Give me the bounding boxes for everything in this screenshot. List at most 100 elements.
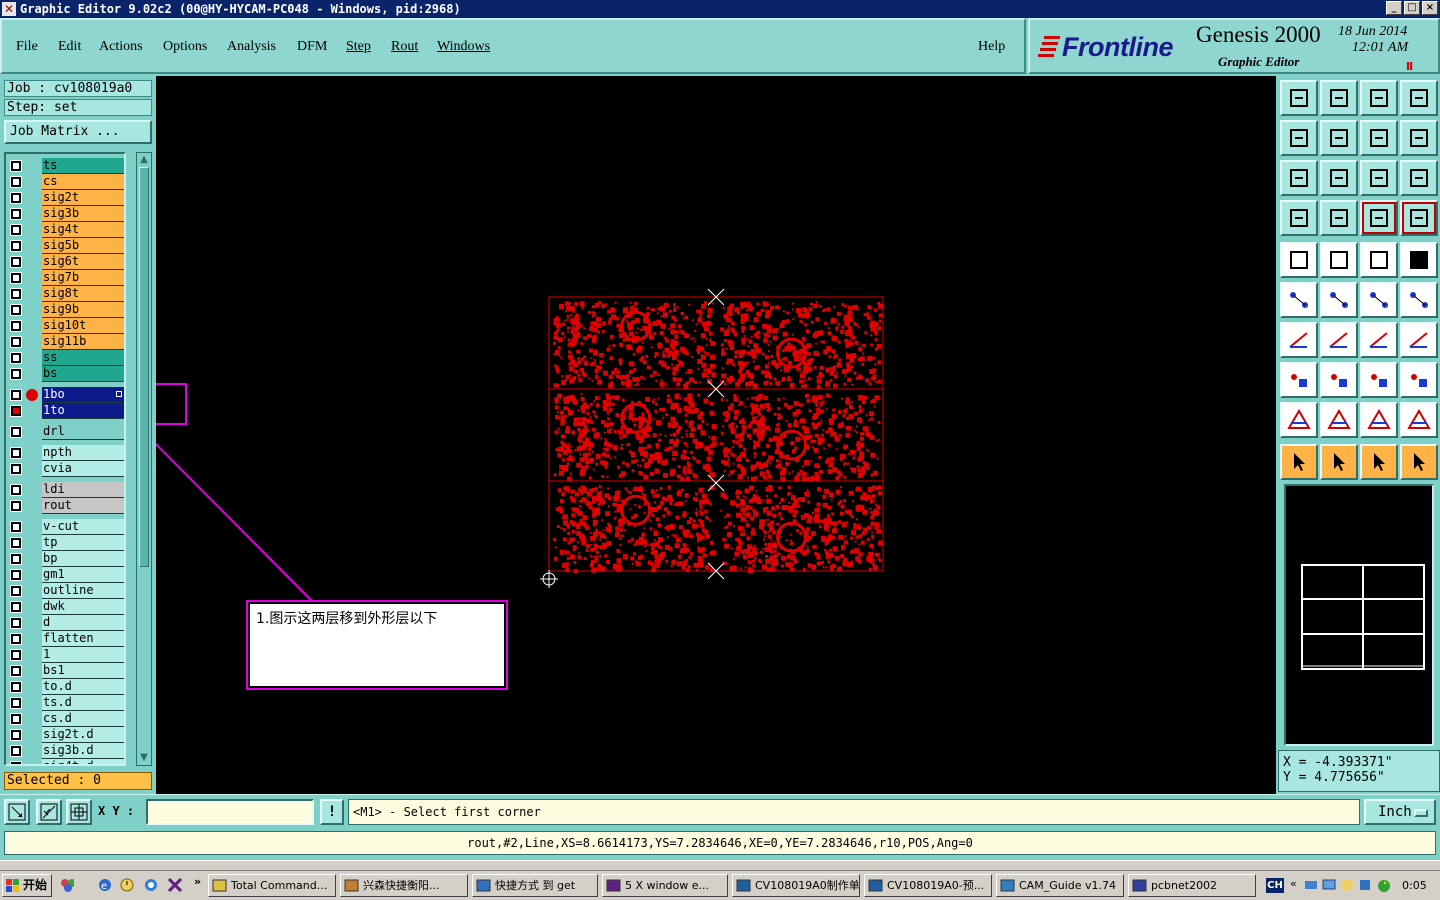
- layer-name[interactable]: flatten: [42, 631, 124, 647]
- layer-name[interactable]: cs: [42, 174, 124, 190]
- task-button[interactable]: 5 X window e...: [602, 874, 728, 897]
- layer-checkbox[interactable]: [10, 272, 22, 284]
- layer-checkbox[interactable]: [10, 500, 22, 512]
- layer-scrollbar[interactable]: ▲ ▼: [136, 152, 152, 766]
- layer-row[interactable]: cs: [6, 174, 124, 190]
- arc-button[interactable]: [1360, 322, 1398, 358]
- menu-windows[interactable]: Windows: [437, 39, 490, 55]
- close-button[interactable]: ×: [1422, 1, 1438, 15]
- layer-checkbox[interactable]: [10, 633, 22, 645]
- line-button[interactable]: [1320, 362, 1358, 398]
- select-path-button[interactable]: [1400, 444, 1438, 480]
- open-button[interactable]: [1320, 80, 1358, 116]
- help-button[interactable]: [1400, 160, 1438, 196]
- grid-snap-button[interactable]: [66, 799, 92, 825]
- layers-a-button[interactable]: [1360, 200, 1398, 236]
- layer-row[interactable]: tp: [6, 535, 124, 551]
- tray-network-icon[interactable]: [1304, 878, 1318, 892]
- layer-name[interactable]: sig6t: [42, 254, 124, 270]
- menu-rout[interactable]: Rout: [391, 39, 418, 55]
- minimize-button[interactable]: _: [1386, 1, 1402, 15]
- pause-indicator[interactable]: II: [1406, 60, 1413, 73]
- intersect-button[interactable]: [1320, 282, 1358, 318]
- layer-name[interactable]: sig2t: [42, 190, 124, 206]
- layer-row[interactable]: to.d: [6, 679, 124, 695]
- menu-analysis[interactable]: Analysis: [227, 39, 276, 55]
- layer-name[interactable]: ts.d: [42, 695, 124, 711]
- layer-row[interactable]: v-cut: [6, 519, 124, 535]
- layer-checkbox[interactable]: [10, 288, 22, 300]
- tray-clock[interactable]: 0:05: [1402, 879, 1427, 892]
- triangle-c-button[interactable]: [1360, 402, 1398, 438]
- layer-name[interactable]: sig7b: [42, 270, 124, 286]
- quicklaunch-people-icon[interactable]: [60, 878, 74, 892]
- layer-name[interactable]: ts: [42, 158, 124, 174]
- layer-checkbox[interactable]: [10, 176, 22, 188]
- layer-row[interactable]: npth: [6, 445, 124, 461]
- prev-button[interactable]: [1280, 120, 1318, 156]
- layer-checkbox[interactable]: [10, 681, 22, 693]
- select-box-button[interactable]: [1360, 444, 1398, 480]
- layer-checkbox[interactable]: [10, 553, 22, 565]
- layer-row[interactable]: sig2t.d: [6, 727, 124, 743]
- layer-name[interactable]: ss: [42, 350, 124, 366]
- layer-checkbox[interactable]: [10, 336, 22, 348]
- dimension-button[interactable]: [1360, 362, 1398, 398]
- tray-expand-icon[interactable]: «: [1290, 877, 1297, 890]
- tray-refresh-icon[interactable]: [1376, 878, 1390, 892]
- menu-edit[interactable]: Edit: [58, 39, 81, 55]
- layer-checkbox[interactable]: [10, 368, 22, 380]
- layer-name[interactable]: sig3b: [42, 206, 124, 222]
- layer-name[interactable]: sig10t: [42, 318, 124, 334]
- task-button[interactable]: CV108019A0-预...: [864, 874, 992, 897]
- layer-row[interactable]: cs.d: [6, 711, 124, 727]
- save-button[interactable]: [1280, 80, 1318, 116]
- layer-name[interactable]: gm1: [42, 567, 124, 583]
- layer-row[interactable]: rout: [6, 498, 124, 514]
- layer-name[interactable]: npth: [42, 445, 124, 461]
- unit-selector[interactable]: Inch: [1364, 799, 1436, 825]
- layer-name[interactable]: sig4t.d: [42, 759, 124, 764]
- layer-name[interactable]: sig3b.d: [42, 743, 124, 759]
- scroll-up-icon[interactable]: ▲: [139, 155, 149, 165]
- zoom-area-button[interactable]: [4, 799, 30, 825]
- tray-monitor-icon[interactable]: [1322, 878, 1336, 892]
- layer-name[interactable]: bs1: [42, 663, 124, 679]
- layer-checkbox[interactable]: [10, 405, 22, 417]
- layer-row[interactable]: ts.d: [6, 695, 124, 711]
- layer-checkbox[interactable]: [10, 521, 22, 533]
- layer-name[interactable]: sig8t: [42, 286, 124, 302]
- menu-actions[interactable]: Actions: [99, 39, 143, 55]
- task-button[interactable]: Total Command...: [208, 874, 336, 897]
- layer-row[interactable]: sig7b: [6, 270, 124, 286]
- layer-row[interactable]: sig10t: [6, 318, 124, 334]
- layer-checkbox[interactable]: [10, 697, 22, 709]
- layer-row[interactable]: gm1: [6, 567, 124, 583]
- ime-indicator[interactable]: CH: [1266, 878, 1284, 893]
- exclamation-button[interactable]: !: [320, 799, 344, 825]
- snap-edge-button[interactable]: [1320, 242, 1358, 278]
- layer-row[interactable]: cvia: [6, 461, 124, 477]
- quicklaunch-x-icon[interactable]: [168, 878, 182, 892]
- layer-row[interactable]: ss: [6, 350, 124, 366]
- node-b-button[interactable]: [1400, 282, 1438, 318]
- next-button[interactable]: [1320, 120, 1358, 156]
- layer-name[interactable]: d: [42, 615, 124, 631]
- layer-name[interactable]: sig5b: [42, 238, 124, 254]
- select-button[interactable]: [1280, 444, 1318, 480]
- angle-button[interactable]: [1280, 322, 1318, 358]
- layer-row[interactable]: 1bo: [6, 387, 124, 403]
- layer-name[interactable]: drl: [42, 424, 124, 440]
- home-button[interactable]: [1360, 80, 1398, 116]
- task-button[interactable]: CV108019A0制作单: [732, 874, 860, 897]
- zoom-center-button[interactable]: [1320, 160, 1358, 196]
- panel-group[interactable]: [156, 288, 884, 604]
- layer-name[interactable]: sig2t.d: [42, 727, 124, 743]
- node-a-button[interactable]: [1360, 282, 1398, 318]
- layer-checkbox[interactable]: [10, 426, 22, 438]
- layer-row[interactable]: ldi: [6, 482, 124, 498]
- layer-row[interactable]: sig3b: [6, 206, 124, 222]
- grid-button[interactable]: [1320, 200, 1358, 236]
- layer-name[interactable]: cvia: [42, 461, 124, 477]
- quicklaunch-browser-icon[interactable]: [144, 878, 158, 892]
